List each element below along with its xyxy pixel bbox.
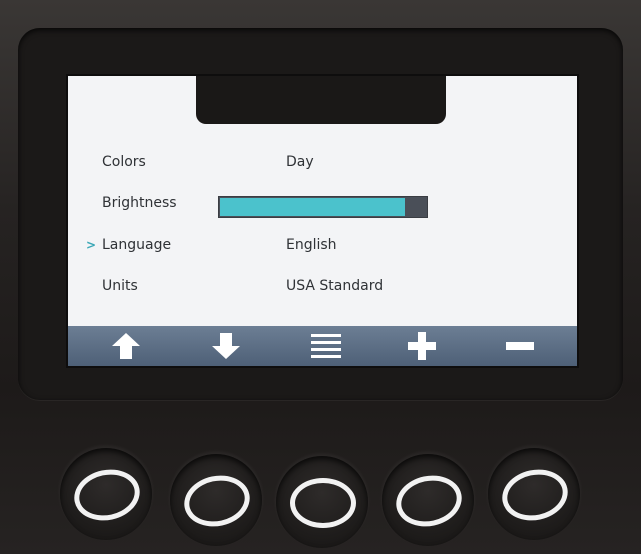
menu-icon [311, 334, 341, 358]
setting-row-colors[interactable]: Colors Day [68, 148, 577, 180]
softkey-1[interactable] [60, 448, 152, 540]
softkey-5[interactable] [488, 448, 580, 540]
toolbar [68, 326, 577, 366]
brightness-slider-fill [220, 198, 405, 216]
menu-button[interactable] [296, 326, 356, 366]
setting-label-brightness: Brightness [102, 195, 177, 211]
screen-notch [196, 76, 446, 124]
setting-value-units: USA Standard [286, 278, 384, 294]
down-button[interactable] [196, 326, 256, 366]
softkey-ring-icon [69, 463, 145, 527]
minus-icon [506, 342, 534, 350]
softkey-ring-icon [179, 469, 255, 533]
brightness-slider[interactable] [218, 196, 428, 218]
up-button[interactable] [96, 326, 156, 366]
plus-button[interactable] [392, 326, 452, 366]
display-screen: Colors Day Brightness > Language English… [68, 76, 577, 366]
softkey-ring-icon [391, 469, 467, 533]
selection-cursor-icon: > [86, 238, 97, 252]
setting-label-language: Language [102, 237, 172, 253]
softkey-3[interactable] [276, 456, 368, 548]
setting-label-units: Units [102, 278, 138, 294]
softkey-ring-icon [290, 478, 356, 528]
softkey-row [0, 440, 641, 554]
plus-icon [408, 332, 436, 360]
setting-label-colors: Colors [102, 154, 146, 170]
softkey-ring-icon [497, 463, 573, 527]
softkey-2[interactable] [170, 454, 262, 546]
softkey-4[interactable] [382, 454, 474, 546]
setting-row-units[interactable]: Units USA Standard [68, 272, 577, 304]
setting-row-language[interactable]: > Language English [68, 231, 577, 263]
down-arrow-icon [212, 333, 240, 359]
minus-button[interactable] [490, 326, 550, 366]
setting-value-colors: Day [286, 154, 314, 170]
up-arrow-icon [112, 333, 140, 359]
setting-value-language: English [286, 237, 337, 253]
setting-row-brightness[interactable]: Brightness [68, 189, 577, 221]
